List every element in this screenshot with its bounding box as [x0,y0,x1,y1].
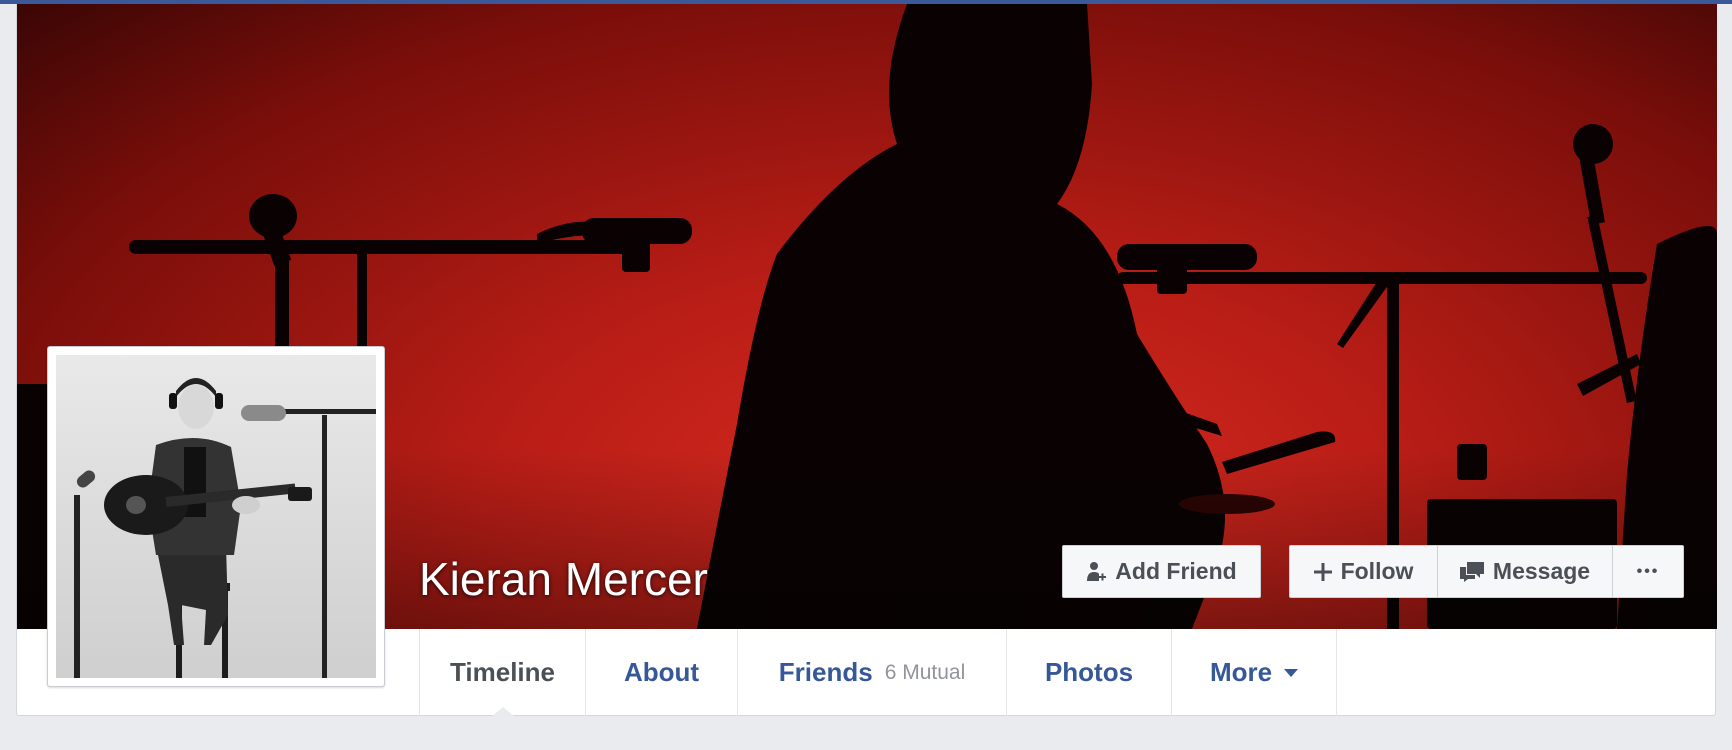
tab-timeline-label: Timeline [449,657,555,687]
tab-about-label: About [623,657,700,687]
active-tab-indicator [491,707,515,717]
tab-timeline[interactable]: Timeline [419,629,585,716]
message-label: Message [1492,558,1591,584]
ellipsis-icon: ••• [1636,562,1660,580]
caret-down-icon [1284,668,1299,677]
add-friend-label: Add Friend [1115,558,1237,584]
tab-about[interactable]: About [585,629,737,716]
tab-friends[interactable]: Friends 6 Mutual [737,629,1006,716]
more-options-button[interactable]: ••• [1612,545,1684,598]
plus-icon [1313,562,1332,581]
tab-photos-label: Photos [1044,657,1134,687]
profile-name[interactable]: Kieran Mercer [419,552,708,606]
tab-photos[interactable]: Photos [1006,629,1171,716]
mutual-friends-count: 6 Mutual [884,660,966,684]
message-icon [1459,561,1484,582]
tab-friends-label: Friends [778,657,873,687]
follow-button[interactable]: Follow [1289,545,1438,598]
profile-header: Kieran Mercer Add Friend Follow Message … [16,4,1717,717]
message-button[interactable]: Message [1437,545,1613,598]
add-friend-button[interactable]: Add Friend [1062,545,1261,598]
follow-label: Follow [1340,558,1414,584]
add-friend-icon [1086,561,1107,583]
tab-more[interactable]: More [1171,629,1337,716]
tab-more-label: More [1209,657,1273,687]
profile-nav-tabs: Timeline About Friends 6 Mutual Photos M… [17,629,1715,716]
